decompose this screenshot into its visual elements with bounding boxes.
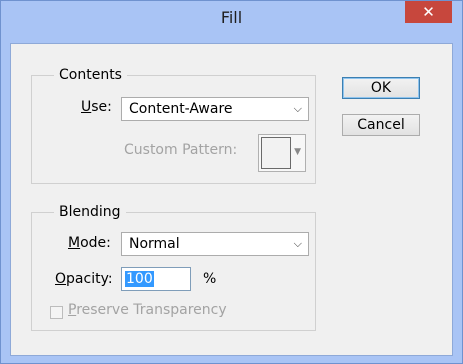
mode-label: Mode: [68, 235, 111, 251]
preserve-transparency-checkbox[interactable] [50, 306, 63, 319]
contents-group-label: Contents [54, 67, 127, 83]
close-icon: ✕ [422, 3, 435, 21]
mode-select-value: Normal [129, 236, 180, 252]
preserve-transparency-label: Preserve Transparency [68, 302, 227, 318]
custom-pattern-picker: ▼ [258, 134, 306, 172]
use-select-value: Content-Aware [129, 101, 233, 117]
opacity-value: 100 [125, 271, 154, 287]
chevron-down-icon: ⌵ [293, 237, 302, 250]
fill-dialog: Fill ✕ Contents Use: Content-Aware ⌵ Cus… [0, 0, 463, 364]
use-label: Use: [81, 99, 112, 115]
dialog-body: Contents Use: Content-Aware ⌵ Custom Pat… [10, 43, 453, 356]
mode-select[interactable]: Normal ⌵ [121, 232, 309, 256]
opacity-label: Opacity: [55, 271, 113, 287]
opacity-unit: % [203, 271, 217, 287]
opacity-input[interactable]: 100 [121, 267, 191, 291]
pattern-swatch [261, 137, 291, 169]
blending-group-label: Blending [54, 204, 126, 220]
cancel-button[interactable]: Cancel [342, 114, 420, 136]
dialog-title: Fill [220, 8, 243, 27]
custom-pattern-label: Custom Pattern: [124, 142, 238, 158]
ok-button[interactable]: OK [342, 77, 420, 99]
use-select[interactable]: Content-Aware ⌵ [121, 97, 309, 121]
chevron-down-icon: ⌵ [293, 102, 302, 115]
pattern-dropdown-icon: ▼ [294, 147, 301, 157]
close-button[interactable]: ✕ [405, 1, 452, 23]
